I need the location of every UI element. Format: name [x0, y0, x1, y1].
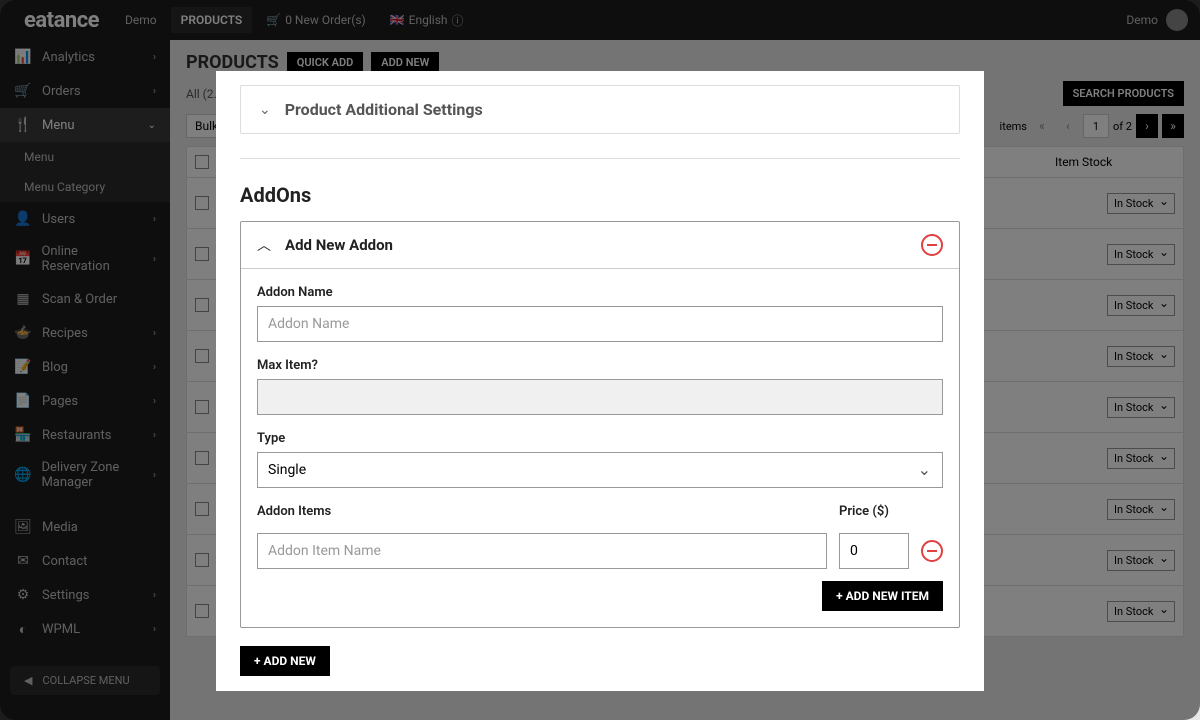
max-item-label: Max Item? — [257, 358, 943, 373]
chevron-up-icon: ︿ — [257, 235, 271, 255]
add-new-addon-button[interactable]: + ADD NEW — [240, 646, 330, 676]
addon-header-title: Add New Addon — [285, 236, 907, 254]
max-item-input[interactable] — [257, 379, 943, 415]
chevron-down-icon: ⌄ — [259, 102, 271, 118]
addon-items-label: Addon Items — [257, 504, 827, 519]
addon-name-label: Addon Name — [257, 285, 943, 300]
remove-item-button[interactable] — [921, 540, 943, 562]
addon-body: Addon Name Max Item? Type Single Addon I… — [241, 269, 959, 627]
add-new-item-button[interactable]: + ADD NEW ITEM — [822, 581, 943, 611]
addon-item-price-input[interactable] — [839, 533, 909, 569]
addon-header[interactable]: ︿ Add New Addon — [241, 222, 959, 269]
addon-panel: ︿ Add New Addon Addon Name Max Item? Typ… — [240, 221, 960, 628]
type-label: Type — [257, 431, 943, 446]
additional-settings-panel[interactable]: ⌄ Product Additional Settings — [240, 85, 960, 134]
type-select[interactable]: Single — [257, 452, 943, 488]
additional-settings-title: Product Additional Settings — [285, 100, 483, 119]
divider — [240, 158, 960, 159]
addon-name-input[interactable] — [257, 306, 943, 342]
price-label: Price ($) — [839, 504, 909, 519]
addons-title: AddOns — [240, 183, 960, 207]
remove-addon-button[interactable] — [921, 234, 943, 256]
addon-item-name-input[interactable] — [257, 533, 827, 569]
product-modal: ⌄ Product Additional Settings AddOns ︿ A… — [216, 71, 984, 691]
